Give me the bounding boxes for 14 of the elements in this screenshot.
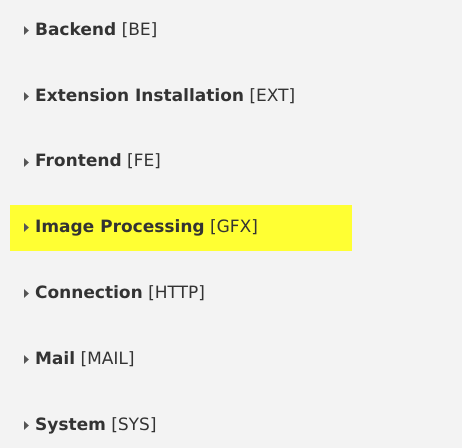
category-link[interactable]: Connection [HTTP] [10, 271, 352, 316]
caret-icon [24, 158, 29, 167]
caret-icon [24, 92, 29, 101]
category-link[interactable]: Frontend [FE] [10, 140, 352, 185]
category-link[interactable]: Image Processing [GFX] [10, 205, 352, 251]
caret-icon [24, 355, 29, 364]
caret-icon [24, 289, 29, 298]
category-link[interactable]: Mail [MAIL] [10, 336, 352, 382]
caret-icon [24, 420, 29, 430]
category-link[interactable]: System [SYS] [10, 402, 352, 448]
caret-icon [24, 223, 29, 232]
category-link[interactable]: Backend [BE] [10, 8, 352, 54]
category-link[interactable]: Extension Installation [EXT] [10, 74, 352, 120]
caret-icon [24, 26, 29, 36]
